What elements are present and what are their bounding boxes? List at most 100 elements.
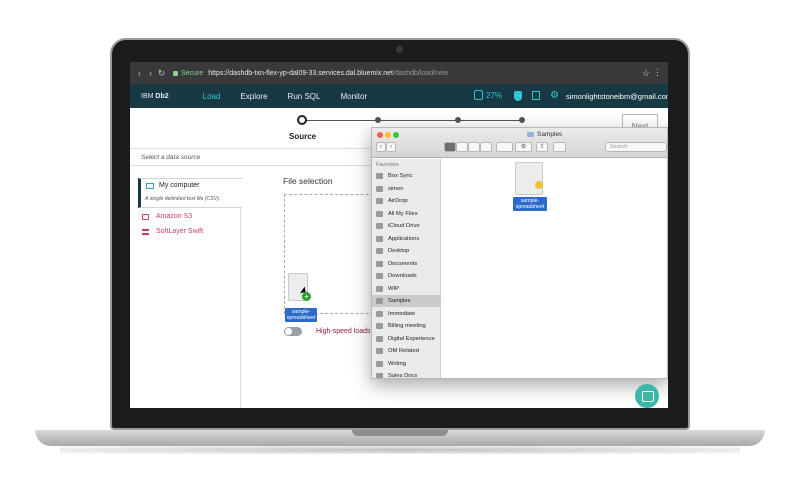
step-2-dot[interactable] [375, 117, 381, 123]
sidebar-item-box-sync[interactable]: Box Sync [372, 170, 441, 182]
user-email[interactable]: simonlightstoneibm@gmail.com [566, 92, 668, 101]
lock-icon [173, 70, 178, 76]
sidebar-item-icloud-drive[interactable]: iCloud Drive [372, 220, 441, 232]
sidebar-item-airdrop[interactable]: AirDrop [372, 195, 441, 207]
high-speed-label: High-speed loads p [316, 328, 377, 335]
sidebar-item-documents[interactable]: Documents [372, 258, 441, 270]
url-path: /dashdb/load/new [393, 69, 448, 77]
cover-flow-button[interactable] [480, 142, 492, 152]
sidebar-item-sales-docs[interactable]: Sales Docs [372, 370, 441, 378]
column-view-button[interactable] [468, 142, 480, 152]
amazon-s3-label: Amazon S3 [156, 213, 193, 220]
sidebar-item-desktop[interactable]: Desktop [372, 245, 441, 257]
source-amazon-s3[interactable]: Amazon S3 [142, 213, 192, 220]
sidebar-item-wip[interactable]: WIP [372, 283, 441, 295]
folder-icon [527, 132, 534, 137]
high-speed-toggle[interactable] [284, 327, 302, 336]
close-window-icon[interactable] [377, 132, 383, 138]
sidebar-item-downloads[interactable]: Downloads [372, 270, 441, 282]
sidebar-item-label: Desktop [388, 248, 410, 254]
sidebar-item-applications[interactable]: Applications [372, 233, 441, 245]
bookmark-star-icon[interactable]: ☆ [642, 68, 650, 79]
sidebar-item-writing[interactable]: Writing [372, 358, 441, 370]
folder-icon [376, 285, 383, 292]
nav-load[interactable]: Load [203, 92, 221, 101]
folder-icon [376, 298, 383, 304]
reload-icon[interactable]: ↻ [156, 68, 167, 79]
airdrop-icon [376, 198, 383, 204]
sidebar-item-billing-meeting[interactable]: Billing meeting [372, 320, 441, 332]
documents-icon [376, 260, 383, 267]
sidebar-item-digital-experience[interactable]: Digital Experience [372, 333, 441, 345]
camera-icon [396, 46, 403, 53]
numbers-badge-icon [535, 181, 543, 189]
nav-monitor[interactable]: Monitor [340, 92, 367, 101]
nav-run-sql[interactable]: Run SQL [288, 92, 321, 101]
softlayer-icon [142, 228, 149, 235]
finder-search-input[interactable]: Search [605, 142, 667, 152]
sidebar-item-samples[interactable]: Samples [372, 295, 441, 307]
source-softlayer-swift[interactable]: SoftLayer Swift [142, 228, 203, 235]
sidebar-item-immediate[interactable]: Immediate [372, 308, 441, 320]
finder-titlebar[interactable]: Samples ‹ › ⚙ ⇧ Search [372, 128, 667, 158]
panel-icon[interactable] [532, 91, 540, 100]
wizard-progress-line [300, 120, 522, 121]
share-button[interactable]: ⇧ [536, 142, 548, 152]
brand-name: Db2 [155, 92, 169, 100]
monitor-icon [146, 183, 154, 189]
finder-forward-button[interactable]: › [386, 142, 396, 152]
sidebar-item-label: Applications [388, 235, 420, 242]
finder-file-area: sample-spreadsheet [442, 159, 667, 378]
minimize-window-icon[interactable] [385, 132, 391, 138]
action-gear-button[interactable]: ⚙ [515, 142, 532, 152]
sidebar-item-label: Downloads [388, 273, 417, 279]
maximize-window-icon[interactable] [393, 132, 399, 138]
step-source-label: Source [289, 132, 317, 141]
tag-button[interactable] [553, 142, 566, 152]
list-view-button[interactable] [456, 142, 468, 152]
secure-indicator[interactable]: Secure [173, 70, 203, 77]
app-brand[interactable]: IBM Db2 [141, 93, 169, 100]
sidebar-item-label: Samples [388, 298, 411, 304]
finder-back-button[interactable]: ‹ [376, 142, 386, 152]
source-my-computer[interactable]: My computer A single delimited text file… [138, 178, 242, 208]
downloads-icon [376, 273, 383, 279]
sidebar-item-simon[interactable]: simon [372, 183, 441, 195]
step-3-dot[interactable] [455, 117, 461, 123]
sidebar-item-label: OM Related [388, 348, 419, 354]
spreadsheet-file-icon[interactable] [515, 162, 543, 195]
icon-view-button[interactable] [444, 142, 456, 152]
sidebar-item-label: All My Files [388, 210, 418, 217]
storage-usage[interactable]: 27% [474, 90, 502, 100]
sidebar-item-label: Box Sync [388, 173, 413, 179]
gear-icon[interactable]: ⚙ [550, 90, 559, 101]
all-files-icon [376, 210, 383, 217]
browser-menu-icon[interactable]: ⋮ [653, 67, 662, 78]
sidebar-item-label: Writing [388, 360, 406, 367]
sidebar-item-label: Billing meeting [388, 323, 426, 329]
browser-forward-icon[interactable]: › [145, 68, 156, 78]
laptop-notch [352, 430, 448, 436]
secure-label: Secure [181, 69, 204, 77]
softlayer-label: SoftLayer Swift [156, 228, 204, 235]
step-source-dot[interactable] [297, 115, 307, 125]
box-icon [376, 173, 383, 179]
screen: ‹ › ↻ Secure https://dashdb-txn-flex-yp-… [130, 62, 668, 408]
app-header: IBM Db2 Load Explore Run SQL Monitor 27%… [130, 84, 668, 108]
nav-explore[interactable]: Explore [240, 92, 267, 101]
finder-window: Samples ‹ › ⚙ ⇧ Search Favorites Box Syn… [371, 127, 668, 379]
finder-file-label[interactable]: sample-spreadsheet [513, 197, 547, 211]
browser-back-icon[interactable]: ‹ [134, 68, 145, 78]
chat-icon[interactable] [635, 384, 659, 408]
favorites-heading: Favorites [376, 162, 399, 168]
arrange-button[interactable] [496, 142, 513, 152]
finder-sidebar: Favorites Box Sync simon AirDrop All My … [372, 159, 441, 378]
shield-icon[interactable] [514, 91, 522, 101]
sidebar-item-label: simon [388, 185, 404, 192]
sidebar-item-label: WIP [388, 285, 399, 292]
sidebar-item-label: AirDrop [388, 198, 408, 204]
sidebar-item-om-related[interactable]: OM Related [372, 345, 441, 357]
address-bar[interactable]: https://dashdb-txn-flex-yp-dal09-33.serv… [208, 70, 448, 77]
sidebar-item-all-my-files[interactable]: All My Files [372, 208, 441, 220]
step-4-dot[interactable] [519, 117, 525, 123]
